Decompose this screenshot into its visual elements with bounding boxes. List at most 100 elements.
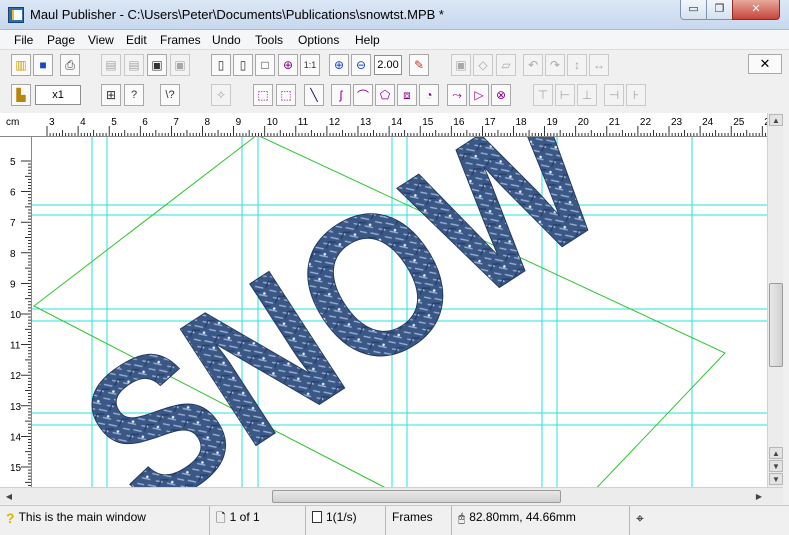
vertical-scrollbar[interactable]: ▲ ▲ ▼ ▼ (767, 113, 783, 487)
single-page-icon[interactable]: □ (255, 54, 275, 76)
distribute-vertical-icon[interactable]: ⊦ (626, 84, 646, 106)
ruler-label: 16 (453, 117, 465, 128)
menu-bar: File Page View Edit Frames Undo Tools Op… (0, 30, 789, 50)
text-query-icon[interactable]: \? (160, 84, 180, 106)
menu-undo[interactable]: Undo (212, 33, 241, 47)
ruler-label: 12 (329, 117, 341, 128)
open-book-icon[interactable]: ▥ (11, 54, 31, 76)
vertical-scroll-thumb[interactable] (769, 283, 783, 367)
frame-tool-icon[interactable]: ▣ (451, 54, 471, 76)
save-icon[interactable]: ■ (33, 54, 53, 76)
horizontal-ruler-ticks: cm 3 4 5 6 7 8 9 10 11 12 13 14 15 16 17 18 19 20 21 22 23 24… (6, 117, 767, 136)
ruler-label: 12 (10, 371, 22, 382)
ruler-label: 6 (10, 188, 16, 199)
ruler-label: 7 (173, 117, 179, 128)
window-title: Maul Publisher - C:\Users\Peter\Document… (30, 7, 444, 22)
two-page-view-icon[interactable]: ▯ (211, 54, 231, 76)
scroll-right-arrow-icon[interactable]: ▶ (752, 490, 766, 503)
menu-help[interactable]: Help (355, 33, 380, 47)
scroll-down-arrow-icon[interactable]: ▼ (769, 473, 783, 485)
copy-icon[interactable]: ▤ (124, 54, 144, 76)
drawing-toolbar: ▙ x1 ⊞ ? \? ✧ ⬚ ⬚ ╲ ʃ ⌒ ⬠ ⧈ ◔ ⤳ ▷ ⊗ ⊤ ⊢ … (0, 81, 789, 109)
status-crosshair-panel: ⌖ (630, 506, 789, 535)
page-canvas[interactable]: SNOW (32, 137, 767, 487)
scroll-up-arrow-icon[interactable]: ▲ (769, 114, 783, 126)
minimize-button[interactable]: ▭ (680, 0, 707, 20)
menu-frames[interactable]: Frames (160, 33, 201, 47)
paintbrush-icon[interactable]: ✎ (409, 54, 429, 76)
rotate-frame-icon[interactable]: ◇ (473, 54, 493, 76)
status-bar: ? This is the main window 🗋 1 of 1 1(1/s) … (0, 505, 789, 535)
arc-tool-icon[interactable]: ◔ (419, 84, 439, 106)
distribute-horizontal-icon[interactable]: ⊣ (604, 84, 624, 106)
ruler-label: 9 (10, 279, 16, 290)
target-point-icon[interactable]: ⊗ (491, 84, 511, 106)
cut-icon[interactable]: ▤ (101, 54, 121, 76)
horizontal-ruler[interactable]: cm 3 4 5 6 7 8 9 10 11 12 13 14 15 16 17 18 19 20 21 22 23 24… (0, 113, 767, 137)
ruler-label: 15 (422, 117, 434, 128)
menu-file[interactable]: File (14, 33, 33, 47)
zoom-out-icon[interactable]: ⊖ (351, 54, 371, 76)
menu-edit[interactable]: Edit (126, 33, 147, 47)
scroll-left-arrow-icon[interactable]: ◀ (2, 490, 16, 503)
actual-size-icon[interactable]: 1:1 (300, 54, 320, 76)
ruler-label: 7 (10, 218, 16, 229)
horizontal-scrollbar[interactable]: ◀ ▶ (0, 487, 783, 504)
add-point-icon[interactable]: ▷ (469, 84, 489, 106)
ruler-label: 20 (578, 117, 590, 128)
horizontal-scroll-thumb[interactable] (272, 490, 561, 503)
magic-wand-icon[interactable]: ✧ (211, 84, 231, 106)
question-frame-icon[interactable]: ? (124, 84, 144, 106)
mouse-icon: 🖰 (458, 510, 466, 525)
ruler-label: 10 (10, 310, 22, 321)
menu-tools[interactable]: Tools (255, 33, 283, 47)
zoom-level-field[interactable]: 2.00 (374, 55, 402, 75)
paste-icon[interactable]: ▣ (147, 54, 167, 76)
vertical-ruler[interactable]: 5 6 7 8 9 10 11 12 13 14 15 (0, 137, 32, 487)
status-mode-panel: Frames (386, 506, 452, 535)
ruler-label: 11 (298, 117, 309, 128)
close-document-button[interactable]: ✕ (748, 54, 782, 74)
polygon-tool-icon[interactable]: ⬠ (375, 84, 395, 106)
scale-field[interactable]: x1 (35, 85, 81, 105)
select-points-icon[interactable]: ⬚ (253, 84, 273, 106)
align-bottom-icon[interactable]: ⊥ (577, 84, 597, 106)
menu-page[interactable]: Page (47, 33, 75, 47)
node-tool-icon[interactable]: ⧈ (397, 84, 417, 106)
fit-page-icon[interactable]: ⊕ (278, 54, 298, 76)
ruler-label: 18 (516, 117, 528, 128)
delete-point-icon[interactable]: ⤳ (447, 84, 467, 106)
align-top-icon[interactable]: ⊤ (533, 84, 553, 106)
skew-frame-icon[interactable]: ▱ (496, 54, 516, 76)
zoom-in-icon[interactable]: ⊕ (329, 54, 349, 76)
help-question-icon: ? (6, 509, 15, 526)
scroll-up-page-icon[interactable]: ▲ (769, 447, 783, 459)
page-view-icon[interactable]: ▯ (233, 54, 253, 76)
status-spread: 1(1/s) (326, 510, 357, 524)
menu-view[interactable]: View (88, 33, 114, 47)
rotate-right-icon[interactable]: ↷ (545, 54, 565, 76)
flip-vertical-icon[interactable]: ↕ (567, 54, 587, 76)
close-window-button[interactable]: ✕ (732, 0, 780, 20)
snow-art-text[interactable]: SNOW (45, 137, 639, 487)
spread-icon (312, 510, 322, 523)
maximize-button[interactable]: ❐ (706, 0, 733, 20)
bezier-tool-icon[interactable]: ⌒ (353, 84, 373, 106)
menu-options[interactable]: Options (298, 33, 339, 47)
new-frame-icon[interactable]: ⊞ (101, 84, 121, 106)
ruler-label: 25 (733, 117, 745, 128)
rotate-left-icon[interactable]: ↶ (523, 54, 543, 76)
ruler-label: 22 (640, 117, 652, 128)
flip-horizontal-icon[interactable]: ↔ (589, 54, 609, 76)
ruler-label: 10 (267, 117, 279, 128)
align-middle-icon[interactable]: ⊢ (555, 84, 575, 106)
curve-tool-icon[interactable]: ʃ (331, 84, 351, 106)
scroll-page-down-icon[interactable]: ▼ (769, 460, 783, 472)
print-icon[interactable]: ⎙ (60, 54, 80, 76)
clone-icon[interactable]: ▣ (170, 54, 190, 76)
ruler-label: 15 (10, 463, 22, 474)
ruler-label: 23 (671, 117, 683, 128)
select-all-points-icon[interactable]: ⬚ (276, 84, 296, 106)
line-tool-icon[interactable]: ╲ (304, 84, 324, 106)
scale-icon[interactable]: ▙ (11, 84, 31, 106)
